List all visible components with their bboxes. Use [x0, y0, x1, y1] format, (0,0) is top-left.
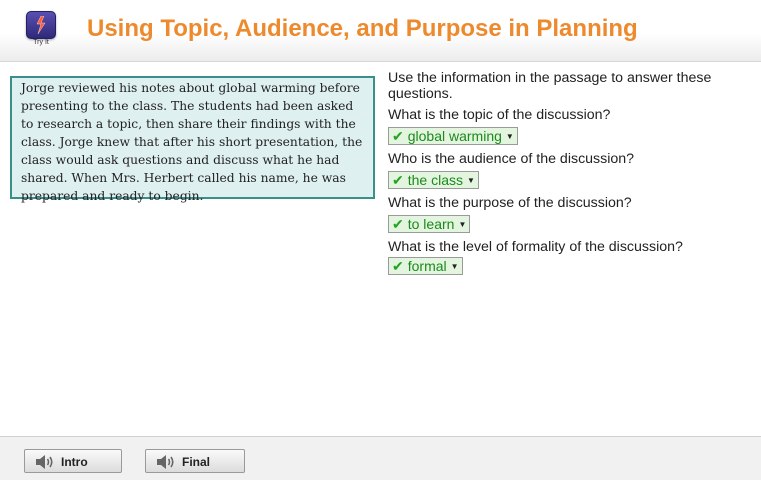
speaker-icon [36, 455, 53, 469]
answer-dropdown-purpose[interactable]: ✔ to learn ▼ [388, 215, 471, 233]
question-purpose: What is the purpose of the discussion? [388, 195, 632, 211]
header-bar: Try It Using Topic, Audience, and Purpos… [0, 0, 761, 62]
answer-dropdown-formality[interactable]: ✔ formal ▼ [388, 257, 463, 275]
question-topic: What is the topic of the discussion? [388, 107, 611, 123]
check-icon: ✔ [392, 216, 404, 232]
answer-value: to learn [407, 216, 455, 232]
check-icon: ✔ [392, 258, 404, 274]
footer-bar: Intro Final [0, 436, 761, 480]
instructions: Use the information in the passage to an… [388, 70, 712, 102]
answer-value: the class [407, 172, 463, 188]
question-audience: Who is the audience of the discussion? [388, 151, 635, 167]
speaker-icon [157, 455, 174, 469]
caret-down-icon: ▼ [458, 220, 467, 229]
page-title: Using Topic, Audience, and Purpose in Pl… [87, 15, 638, 42]
final-audio-button[interactable]: Final [145, 449, 245, 473]
caret-down-icon: ▼ [450, 262, 459, 271]
caret-down-icon: ▼ [466, 176, 475, 185]
intro-button-label: Intro [61, 455, 88, 469]
logo-badge [26, 11, 56, 39]
logo-caption: Try It [33, 39, 49, 46]
answer-value: formal [407, 258, 447, 274]
bolt-icon [36, 16, 46, 34]
try-it-logo: Try It [26, 11, 56, 47]
questions-panel: Use the information in the passage to an… [388, 70, 738, 281]
caret-down-icon: ▼ [505, 132, 514, 141]
check-icon: ✔ [392, 128, 404, 144]
question-formality: What is the level of formality of the di… [388, 239, 683, 255]
final-button-label: Final [182, 455, 211, 469]
answer-value: global warming [407, 128, 502, 144]
intro-audio-button[interactable]: Intro [24, 449, 122, 473]
check-icon: ✔ [392, 172, 404, 188]
answer-dropdown-audience[interactable]: ✔ the class ▼ [388, 171, 479, 189]
answer-dropdown-topic[interactable]: ✔ global warming ▼ [388, 127, 518, 145]
passage-box: Jorge reviewed his notes about global wa… [10, 76, 375, 203]
